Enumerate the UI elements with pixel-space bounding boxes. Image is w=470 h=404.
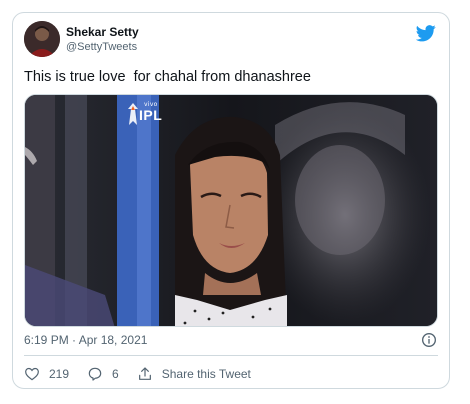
- author-handle[interactable]: @SettyTweets: [66, 41, 137, 53]
- like-count: 219: [49, 367, 70, 381]
- divider: [24, 355, 438, 356]
- tweet-text: This is true love for chahal from dhanas…: [24, 69, 311, 85]
- tweet-media[interactable]: vivo IPL: [24, 94, 438, 327]
- tweet-timestamp[interactable]: 6:19 PM · Apr 18, 2021: [24, 333, 147, 347]
- info-icon[interactable]: [421, 332, 437, 348]
- share-icon: [138, 367, 151, 380]
- tweet-actions: 219 6 Share this Tweet: [24, 365, 269, 383]
- tweet-card[interactable]: Shekar Setty @SettyTweets This is true l…: [12, 12, 450, 389]
- reply-bubble-icon: [88, 367, 102, 381]
- media-photo: [25, 95, 437, 326]
- twitter-bird-icon[interactable]: [416, 23, 436, 43]
- author-display-name[interactable]: Shekar Setty: [66, 25, 139, 39]
- ipl-emblem-icon: [128, 103, 138, 125]
- avatar[interactable]: [24, 21, 60, 57]
- share-button[interactable]: Share this Tweet: [137, 366, 251, 382]
- ipl-label: IPL: [139, 107, 163, 123]
- like-button[interactable]: 219: [24, 366, 69, 382]
- heart-icon: [25, 367, 39, 381]
- ipl-logo: vivo IPL: [126, 101, 172, 127]
- share-label: Share this Tweet: [161, 367, 251, 381]
- reply-button[interactable]: 6: [87, 366, 119, 382]
- reply-count: 6: [112, 367, 119, 381]
